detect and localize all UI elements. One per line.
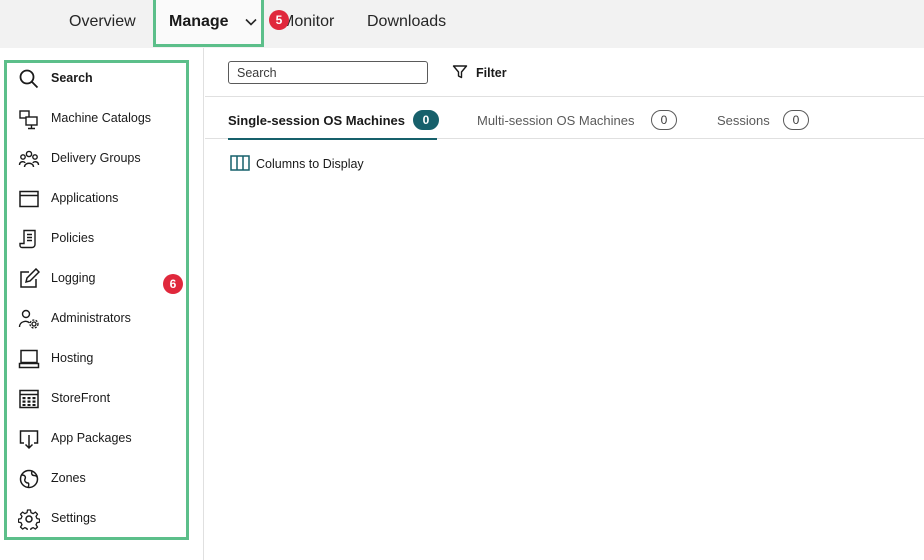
sidebar-item-label: Policies (51, 231, 95, 245)
nav-manage[interactable]: Manage (169, 0, 229, 44)
sidebar-item-zones[interactable]: Zones (16, 465, 181, 493)
callout-badge-5: 5 (269, 10, 289, 30)
zones-icon (19, 469, 39, 489)
chevron-down-icon[interactable] (244, 15, 258, 29)
sidebar-item-label: Administrators (51, 311, 131, 325)
tab-label: Sessions (717, 113, 770, 128)
logging-icon (20, 268, 40, 288)
top-nav: Overview Manage Monitor Downloads 5 (0, 0, 924, 48)
administrators-icon (18, 309, 39, 329)
sidebar-item-label: Logging (51, 271, 96, 285)
tab-single-session-os-machines[interactable]: Single-session OS Machines 0 (205, 97, 445, 140)
storefront-icon (19, 389, 39, 409)
main-content: Filter Single-session OS Machines 0 Mult… (205, 48, 924, 560)
nav-manage-highlight[interactable]: Manage (153, 0, 264, 47)
sidebar-item-label: Machine Catalogs (51, 111, 152, 125)
sidebar-item-label: Zones (51, 471, 86, 485)
sidebar-item-policies[interactable]: Policies (16, 225, 181, 253)
sidebar-item-search[interactable]: Search (16, 65, 181, 93)
delivery-groups-icon (18, 150, 40, 168)
tab-multi-session-os-machines[interactable]: Multi-session OS Machines 0 (477, 97, 687, 139)
sidebar-item-label: Delivery Groups (51, 151, 141, 165)
sidebar-item-app-packages[interactable]: App Packages (16, 425, 181, 453)
applications-icon (19, 190, 39, 208)
sidebar-item-hosting[interactable]: Hosting (16, 345, 181, 373)
columns-to-display-label: Columns to Display (256, 157, 364, 171)
tab-count-badge: 0 (413, 110, 439, 130)
sidebar-item-label: App Packages (51, 431, 132, 445)
sidebar-item-label: Settings (51, 511, 97, 525)
sidebar-item-logging[interactable]: Logging (16, 265, 181, 293)
filter-icon (452, 65, 468, 79)
sidebar-item-administrators[interactable]: Administrators (16, 305, 181, 333)
app-packages-icon (19, 430, 39, 450)
machine-catalogs-icon (19, 110, 38, 130)
toolbar: Filter (205, 48, 924, 97)
tab-sessions[interactable]: Sessions 0 (717, 97, 817, 139)
sidebar-item-applications[interactable]: Applications (16, 185, 181, 213)
hosting-icon (18, 349, 40, 369)
tab-count-badge: 0 (783, 110, 809, 130)
tab-label: Multi-session OS Machines (477, 113, 635, 128)
nav-monitor[interactable]: Monitor (281, 0, 334, 44)
callout-badge-6: 6 (163, 274, 183, 294)
tab-label: Single-session OS Machines (228, 113, 405, 128)
nav-overview[interactable]: Overview (69, 0, 136, 44)
search-icon (19, 69, 39, 89)
columns-icon (230, 155, 250, 171)
sidebar-item-machine-catalogs[interactable]: Machine Catalogs (16, 105, 181, 133)
sidebar-item-settings[interactable]: Settings (16, 505, 181, 533)
nav-downloads[interactable]: Downloads (367, 0, 446, 44)
policies-icon (19, 229, 36, 249)
tab-bar: Single-session OS Machines 0 Multi-sessi… (205, 97, 924, 140)
sidebar-item-label: Hosting (51, 351, 94, 365)
sidebar-item-delivery-groups[interactable]: Delivery Groups (16, 145, 181, 173)
sidebar-item-label: StoreFront (51, 391, 111, 405)
gear-icon (18, 509, 40, 530)
sidebar-item-label: Search (51, 71, 93, 85)
filter-label: Filter (476, 66, 507, 80)
sidebar-item-label: Applications (51, 191, 119, 205)
tab-count-badge: 0 (651, 110, 677, 130)
search-input[interactable] (228, 61, 428, 84)
sidebar-item-storefront[interactable]: StoreFront (16, 385, 181, 413)
sidebar: Search Machine Catalogs Delivery Groups … (0, 48, 204, 560)
